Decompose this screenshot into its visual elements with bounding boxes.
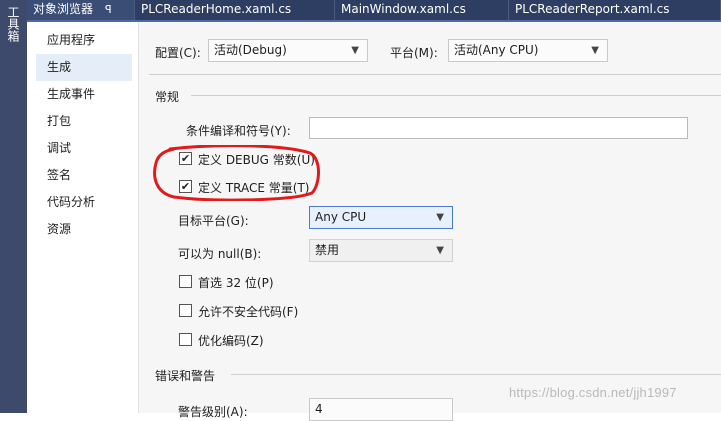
platform-label: 平台(M): xyxy=(390,46,438,60)
warning-level-label: 警告级别(A): xyxy=(178,405,248,419)
divider xyxy=(149,74,721,75)
target-platform-label: 目标平台(G): xyxy=(178,214,249,228)
tab-label: MainWindow.xaml.cs xyxy=(341,2,466,16)
nullable-select[interactable]: 禁用 ▼ xyxy=(309,239,453,262)
document-tab-bar: 对象浏览器 ꟼ PLCReaderHome.xaml.cs MainWindow.… xyxy=(27,0,721,20)
target-platform-value: Any CPU xyxy=(315,210,367,224)
platform-value: 活动(Any CPU) xyxy=(454,43,539,57)
chevron-down-icon: ▼ xyxy=(436,245,444,256)
tab-plcreaderreport[interactable]: PLCReaderReport.xaml.cs xyxy=(509,0,721,20)
define-debug-label: 定义 DEBUG 常数(U) xyxy=(198,153,315,167)
watermark-text: https://blog.csdn.net/jjh1997 xyxy=(509,385,677,400)
warning-level-value: 4 xyxy=(315,402,323,416)
section-errors-rule xyxy=(231,374,721,375)
tab-object-browser[interactable]: 对象浏览器 ꟼ xyxy=(27,0,135,20)
define-debug-checkbox[interactable]: ✔ xyxy=(179,152,192,165)
chevron-down-icon: ▼ xyxy=(351,45,359,56)
nav-item-build-events[interactable]: 生成事件 xyxy=(36,81,132,108)
define-trace-label: 定义 TRACE 常量(T) xyxy=(198,181,310,195)
section-errors-title: 错误和警告 xyxy=(155,369,216,383)
nullable-label: 可以为 null(B): xyxy=(178,247,262,261)
tab-label: PLCReaderReport.xaml.cs xyxy=(515,2,670,16)
chevron-down-icon: ▼ xyxy=(436,212,444,223)
platform-select[interactable]: 活动(Any CPU) ▼ xyxy=(448,39,608,62)
nav-item-resources[interactable]: 资源 xyxy=(36,216,132,243)
conditional-symbols-label: 条件编译和符号(Y): xyxy=(186,124,291,138)
allow-unsafe-label: 允许不安全代码(F) xyxy=(198,305,299,319)
configuration-label: 配置(C): xyxy=(155,46,201,60)
define-trace-checkbox[interactable]: ✔ xyxy=(179,180,192,193)
toolbox-strip[interactable]: 工具箱 xyxy=(0,0,27,413)
conditional-symbols-input[interactable] xyxy=(309,117,688,139)
configuration-value: 活动(Debug) xyxy=(214,43,287,57)
allow-unsafe-checkbox[interactable] xyxy=(179,304,192,317)
nav-item-debug[interactable]: 调试 xyxy=(36,135,132,162)
build-settings-panel: 配置(C): 活动(Debug) ▼ 平台(M): 活动(Any CPU) ▼ … xyxy=(139,22,721,421)
pin-icon[interactable]: ꟼ xyxy=(105,3,112,16)
nav-item-application[interactable]: 应用程序 xyxy=(36,27,132,54)
property-pages-nav: 应用程序 生成 生成事件 打包 调试 签名 代码分析 资源 xyxy=(27,22,139,413)
nav-item-code-analysis[interactable]: 代码分析 xyxy=(36,189,132,216)
nav-item-signing[interactable]: 签名 xyxy=(36,162,132,189)
optimize-code-checkbox[interactable] xyxy=(179,333,192,346)
configuration-select[interactable]: 活动(Debug) ▼ xyxy=(208,39,368,62)
section-general-title: 常规 xyxy=(155,90,180,104)
tab-mainwindow[interactable]: MainWindow.xaml.cs xyxy=(335,0,509,20)
tab-plcreaderhome[interactable]: PLCReaderHome.xaml.cs xyxy=(135,0,335,20)
tab-label: PLCReaderHome.xaml.cs xyxy=(141,2,292,16)
nav-item-package[interactable]: 打包 xyxy=(36,108,132,135)
chevron-down-icon: ▼ xyxy=(591,45,599,56)
prefer-32bit-label: 首选 32 位(P) xyxy=(198,276,274,290)
prefer-32bit-checkbox[interactable] xyxy=(179,275,192,288)
optimize-code-label: 优化编码(Z) xyxy=(198,334,264,348)
tab-label: 对象浏览器 xyxy=(33,2,94,16)
toolbox-label[interactable]: 工具箱 xyxy=(4,6,22,42)
target-platform-select[interactable]: Any CPU ▼ xyxy=(309,206,453,229)
section-general-rule xyxy=(191,95,721,96)
nav-item-build[interactable]: 生成 xyxy=(36,54,132,81)
warning-level-select[interactable]: 4 xyxy=(309,398,453,421)
nullable-value: 禁用 xyxy=(315,243,340,257)
